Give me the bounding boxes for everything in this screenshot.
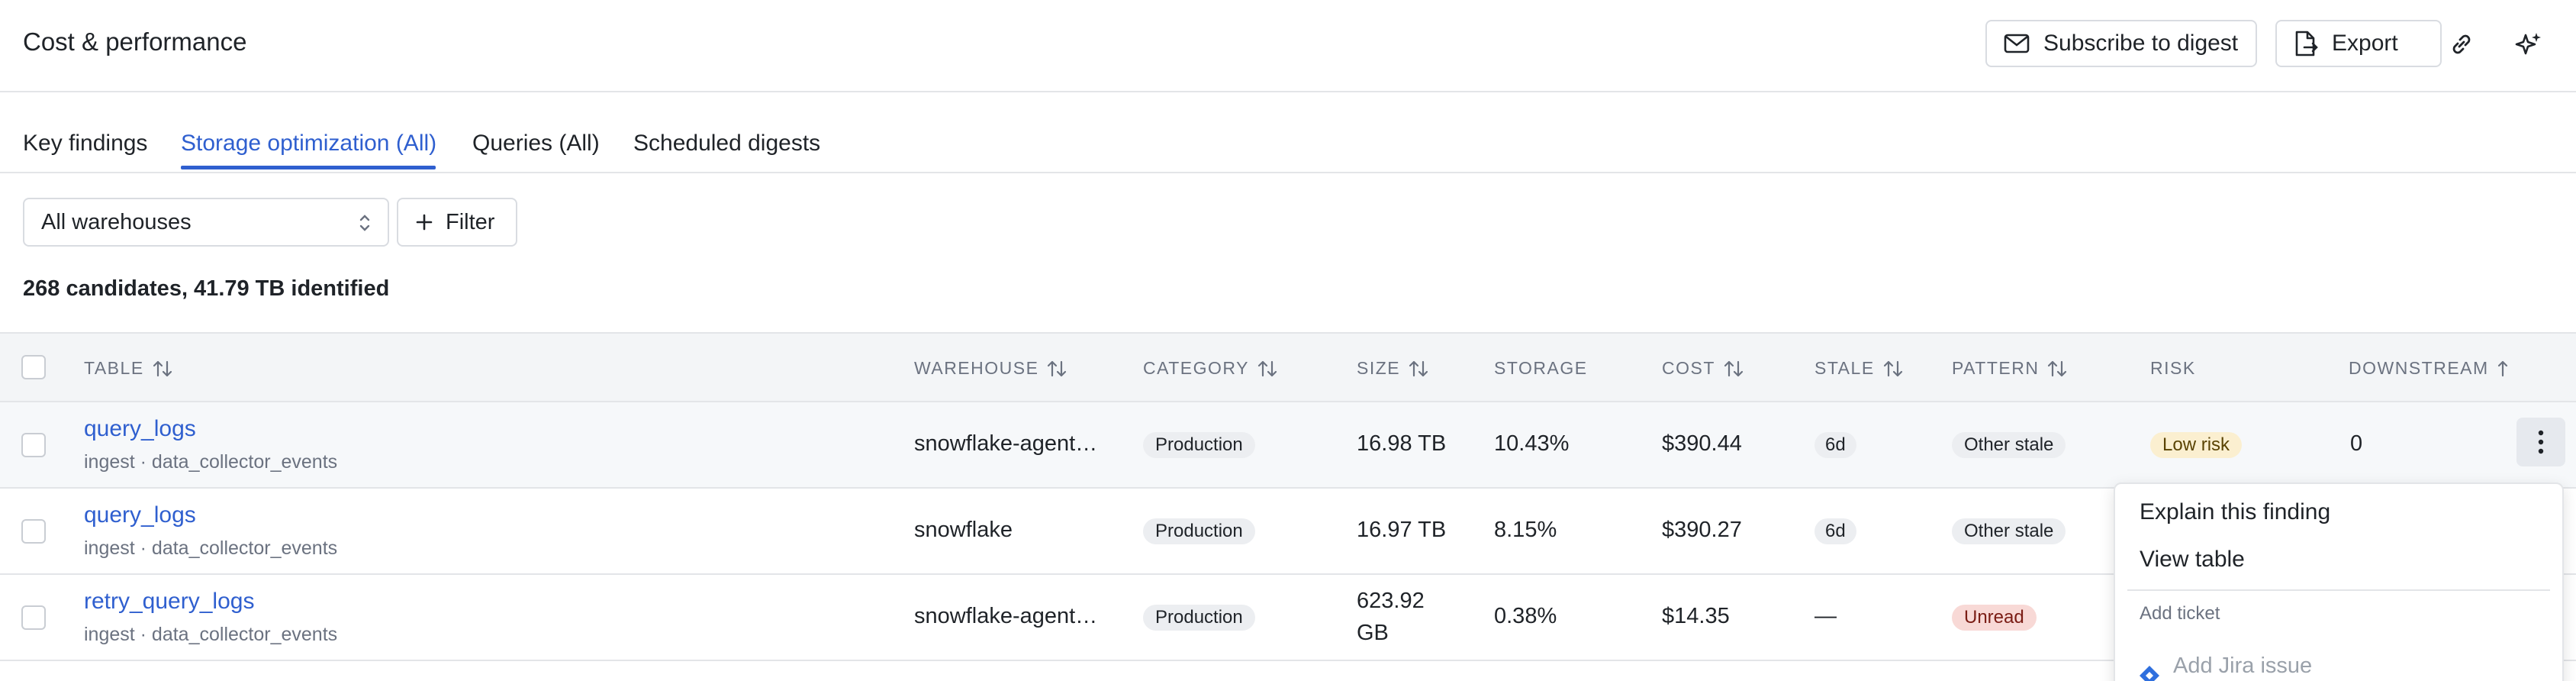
subscribe-digest-label: Subscribe to digest [2043,31,2239,56]
column-header-stale[interactable]: STALE [1814,358,1904,379]
select-all-checkbox[interactable] [21,355,46,379]
size-cell: 16.98 TB [1357,431,1447,456]
export-label: Export [2332,31,2398,56]
table-path: ingest · data_collector_events [84,537,338,559]
tab-storage-optimization[interactable]: Storage optimization (All) [181,131,436,157]
menu-item-explain-finding[interactable]: Explain this finding [2140,499,2330,525]
export-button[interactable]: Export [2275,20,2442,67]
warehouse-select-value: All warehouses [41,209,192,234]
sort-icon [153,360,172,376]
mail-icon [2004,34,2030,53]
warehouse-cell: snowflake [914,518,1013,542]
filter-button[interactable]: Filter [397,198,517,247]
menu-section-add-ticket: Add ticket [2140,603,2220,624]
downstream-cell: 0 [2350,431,2363,456]
column-header-category[interactable]: CATEGORY [1143,358,1278,379]
table-path: ingest · data_collector_events [84,624,338,645]
table-name-link[interactable]: query_logs [84,416,196,442]
stale-cell: — [1814,604,1837,628]
warehouse-select[interactable]: All warehouses [23,198,389,247]
row-checkbox[interactable] [21,605,46,630]
sort-icon [1724,360,1743,376]
pattern-badge: Other stale [1952,432,2066,458]
sort-up-icon [2497,360,2507,376]
candidates-summary: 268 candidates, 41.79 TB identified [23,276,390,301]
menu-item-view-table[interactable]: View table [2140,547,2245,573]
size-cell-value: 623.92 [1357,589,1425,613]
cost-cell: $390.44 [1662,431,1742,456]
storage-cell: 8.15% [1494,518,1557,542]
sort-icon [1409,360,1428,376]
category-badge: Production [1143,518,1255,544]
category-badge: Production [1143,605,1255,631]
tab-bar: Key findings Storage optimization (All) … [0,92,2576,173]
cost-cell: $390.27 [1662,518,1742,542]
sparkles-icon [2515,33,2541,55]
menu-item-add-jira-issue[interactable]: Add Jira issue [2138,644,2312,681]
risk-badge: Low risk [2150,432,2243,458]
tab-scheduled-digests[interactable]: Scheduled digests [633,131,820,157]
column-header-size[interactable]: SIZE [1357,358,1429,379]
size-cell-unit: GB [1357,621,1389,645]
stale-badge: 6d [1814,518,1856,544]
tab-key-findings[interactable]: Key findings [23,131,147,157]
tab-queries[interactable]: Queries (All) [472,131,600,157]
size-cell: 16.97 TB [1357,518,1447,542]
column-header-downstream[interactable]: DOWNSTREAM [2349,358,2509,379]
row-checkbox[interactable] [21,519,46,544]
column-header-risk: RISK [2150,358,2196,378]
column-header-warehouse[interactable]: WAREHOUSE [914,358,1067,379]
filter-label: Filter [446,209,495,234]
table-header: TABLE WAREHOUSE CATEGORY SIZE STORAGE CO… [0,332,2576,402]
page-title: Cost & performance [23,27,247,56]
sort-icon [2048,360,2067,376]
jira-icon [2140,666,2159,681]
storage-cell: 0.38% [1494,604,1557,628]
plus-icon [416,214,433,231]
file-export-icon [2295,31,2318,56]
column-header-pattern[interactable]: PATTERN [1952,358,2068,379]
storage-cell: 10.43% [1494,431,1570,456]
warehouse-cell: snowflake-agent… [914,431,1098,456]
page-header: Cost & performance Subscribe to digest E… [0,0,2576,92]
copy-link-button[interactable] [2440,23,2483,66]
category-badge: Production [1143,432,1255,458]
sort-icon [1883,360,1902,376]
table-row[interactable]: query_logs ingest · data_collector_event… [0,402,2576,489]
chevron-up-down-icon [359,215,370,231]
cost-cell: $14.35 [1662,604,1730,628]
table-name-link[interactable]: retry_query_logs [84,589,254,615]
column-header-table[interactable]: TABLE [84,358,173,379]
column-header-storage: STORAGE [1494,358,1588,378]
table-path: ingest · data_collector_events [84,451,338,473]
sort-icon [1257,360,1277,376]
table-name-link[interactable]: query_logs [84,502,196,528]
row-actions-menu: Explain this finding View table Add tick… [2114,483,2564,681]
stale-badge: 6d [1814,432,1856,458]
subscribe-digest-button[interactable]: Subscribe to digest [1985,20,2257,67]
warehouse-cell: snowflake-agent… [914,604,1098,628]
sort-icon [1048,360,1067,376]
pattern-badge: Other stale [1952,518,2066,544]
active-tab-indicator [181,166,436,169]
row-checkbox[interactable] [21,433,46,457]
column-header-cost[interactable]: COST [1662,358,1744,379]
more-vertical-icon [2538,430,2544,454]
row-actions-button[interactable] [2516,418,2565,466]
pattern-badge: Unread [1952,605,2037,631]
menu-divider [2127,589,2550,591]
link-icon [2452,34,2471,54]
ai-assist-button[interactable] [2507,23,2550,66]
